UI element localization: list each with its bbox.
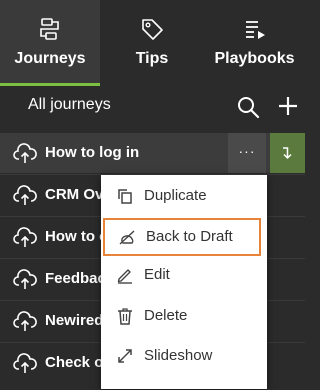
search-icon[interactable] [236, 95, 260, 119]
menu-item-label: Edit [144, 266, 170, 283]
expand-icon [118, 349, 132, 363]
cloud-upload-icon [13, 227, 37, 247]
tab-journeys[interactable]: Journeys [0, 0, 100, 86]
tag-icon [142, 19, 163, 40]
tab-playbooks-label: Playbooks [214, 50, 295, 67]
page-title: All journeys [28, 96, 111, 113]
arrow-down-icon [283, 147, 292, 160]
menu-item-label: Delete [144, 307, 188, 324]
journey-title: How to log in [45, 144, 140, 161]
menu-item-label: Duplicate [144, 187, 207, 204]
tab-tips[interactable]: Tips [100, 0, 204, 86]
cloud-upload-icon [13, 353, 37, 373]
trash-icon [118, 308, 132, 325]
cloud-upload-icon [13, 269, 37, 289]
journey-row[interactable]: How to log in ··· [0, 133, 305, 173]
add-journey-icon[interactable] [277, 95, 299, 117]
list-header: All journeys [0, 86, 305, 130]
cloud-upload-icon [13, 185, 37, 205]
context-menu: Duplicate Back to Draft Edit Delete Slid… [101, 175, 267, 389]
draft-icon [119, 230, 135, 245]
cloud-upload-icon [13, 143, 37, 163]
menu-item-slideshow[interactable]: Slideshow [101, 337, 267, 375]
cloud-upload-icon [13, 311, 37, 331]
journey-title: Newired [45, 312, 104, 329]
menu-item-delete[interactable]: Delete [101, 297, 267, 335]
tab-journeys-label: Journeys [14, 50, 86, 67]
tab-tips-label: Tips [135, 50, 169, 67]
journey-title: How to c [45, 228, 108, 245]
journeys-icon [40, 18, 59, 40]
tab-playbooks[interactable]: Playbooks [204, 0, 305, 86]
menu-item-edit[interactable]: Edit [101, 256, 267, 294]
pencil-icon [117, 269, 132, 284]
tab-bar: Journeys Tips Playbooks [0, 0, 305, 86]
launch-journey-button[interactable] [270, 133, 305, 173]
playbook-list-icon [245, 21, 265, 39]
menu-item-back-to-draft[interactable]: Back to Draft [103, 218, 261, 256]
duplicate-icon [118, 189, 132, 204]
menu-item-label: Back to Draft [146, 228, 233, 245]
menu-item-duplicate[interactable]: Duplicate [101, 177, 267, 215]
more-options-button[interactable]: ··· [228, 133, 266, 173]
menu-item-label: Slideshow [144, 347, 213, 364]
